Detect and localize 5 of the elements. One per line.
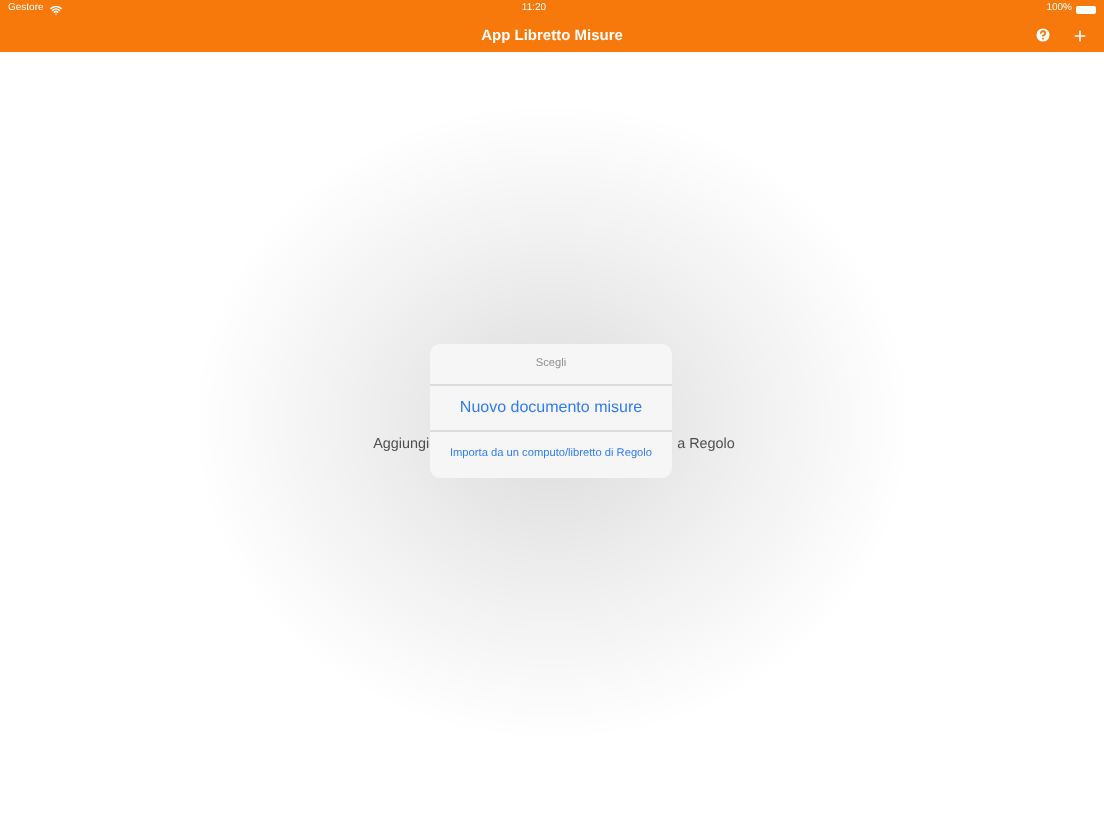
wifi-icon bbox=[49, 4, 62, 16]
battery-icon bbox=[1076, 6, 1096, 14]
help-button[interactable] bbox=[1034, 26, 1052, 44]
add-button[interactable] bbox=[1072, 27, 1088, 43]
action-item[interactable]: Nuovo documento misure bbox=[430, 386, 672, 433]
